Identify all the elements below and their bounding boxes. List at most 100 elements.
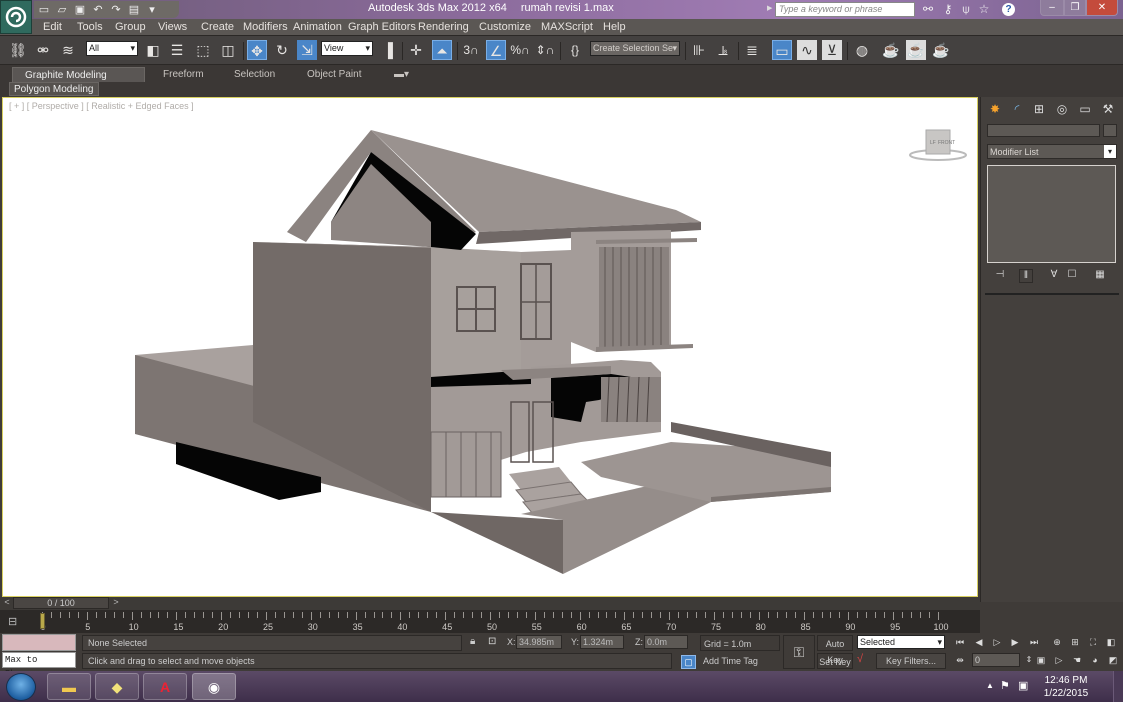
percent-snap-icon[interactable]: %∩ [510,40,530,60]
layer-manager-icon[interactable]: ≣ [742,40,762,60]
viewport-label[interactable]: [ + ] [ Perspective ] [ Realistic + Edge… [9,101,194,111]
create-tab-icon[interactable]: ✸ [985,100,1005,118]
render-production-icon[interactable]: ☕ [931,40,951,60]
set-key-button[interactable]: Set Key [817,653,853,669]
search-expand-icon[interactable]: ▶ [767,4,772,12]
time-configuration-icon[interactable]: ▣ [1034,653,1048,667]
previous-frame-icon[interactable]: ◀ [972,635,986,649]
house-model[interactable] [131,122,833,574]
new-file-icon[interactable]: ▭ [38,4,50,16]
minimize-button[interactable]: – [1040,0,1064,16]
motion-tab-icon[interactable]: ◎ [1052,100,1072,118]
play-icon[interactable]: ▷ [990,635,1004,649]
system-clock[interactable]: 12:46 PM 1/22/2015 [1036,674,1096,700]
window-crossing-icon[interactable]: ◫ [218,40,238,60]
menu-modifiers[interactable]: Modifiers [243,21,293,33]
menu-create[interactable]: Create [201,21,243,33]
bind-to-space-warp-icon[interactable]: ≋ [58,40,78,60]
angle-snap-icon[interactable]: ∠ [486,40,506,60]
current-frame-field[interactable]: 0 [972,653,1020,667]
add-time-tag[interactable]: Add Time Tag [700,653,780,669]
undo-icon[interactable]: ↶ [92,4,104,16]
zoom-all-icon[interactable]: ⊞ [1068,635,1082,649]
track-bar[interactable]: ⊟ 05101520253035404550556065707580859095… [0,610,980,633]
network-icon[interactable]: ▣ [1018,679,1028,692]
snaps-toggle-icon[interactable]: 3∩ [461,40,481,60]
x-coordinate-field[interactable]: 34.985m [516,635,562,649]
3ds-max-logo-icon[interactable] [0,0,32,34]
select-and-rotate-icon[interactable]: ↻ [272,40,292,60]
maximize-viewport-icon[interactable]: ◩ [1106,653,1120,667]
material-editor-icon[interactable]: ◍ [852,40,872,60]
maxscript-listener-output[interactable] [2,634,76,651]
go-to-start-icon[interactable]: ⏮ [953,635,967,649]
customize-dropdown-icon[interactable]: ▾ [146,4,158,16]
menu-maxscript[interactable]: MAXScript [541,21,603,33]
spinner-snap-icon[interactable]: ⇕∩ [535,40,555,60]
favorites-star-icon[interactable]: ☆ [976,2,992,17]
menu-customize[interactable]: Customize [479,21,541,33]
named-selection-sets-dropdown[interactable]: Create Selection Se [590,41,680,56]
time-cursor[interactable] [40,613,45,629]
select-object-icon[interactable]: ◧ [143,40,163,60]
z-coordinate-field[interactable]: 0.0m [644,635,688,649]
autocad-icon[interactable]: A [143,673,187,700]
select-and-move-icon[interactable]: ✥ [247,40,267,60]
perspective-viewport[interactable]: [ + ] [ Perspective ] [ Realistic + Edge… [2,97,978,672]
ribbon-options-icon[interactable]: ▬▾ [382,67,421,82]
menu-rendering[interactable]: Rendering [418,21,479,33]
modifier-stack[interactable] [987,165,1116,263]
key-tool-icon[interactable]: ⚷ [940,2,956,17]
select-by-name-icon[interactable]: ☰ [167,40,187,60]
keyboard-shortcut-override-icon[interactable]: ⏶ [432,40,452,60]
show-desktop-button[interactable] [1113,671,1123,702]
redo-icon[interactable]: ↷ [110,4,122,16]
object-name-field[interactable] [987,124,1100,137]
file-explorer-icon[interactable]: ▬ [47,673,91,700]
align-icon[interactable]: ⫡ [713,40,733,60]
schematic-view-icon[interactable]: ⊻ [822,40,842,60]
help-icon[interactable]: ? [1002,3,1015,16]
select-and-scale-icon[interactable]: ⇲ [297,40,317,60]
save-icon[interactable]: ▣ [74,4,86,16]
field-of-view-icon[interactable]: ▷ [1052,653,1066,667]
default-in-out-tangents-icon[interactable]: √ [857,653,873,669]
3ds-max-taskbar-icon[interactable]: ◉ [192,673,236,700]
time-slider[interactable]: 0 / 100 [13,597,109,609]
render-setup-icon[interactable]: ☕ [881,40,901,60]
key-mode-toggle-icon[interactable]: ⇹ [953,653,967,667]
use-pivot-center-icon[interactable]: ▐ [378,40,398,60]
pin-stack-icon[interactable]: ⊣ [993,269,1007,283]
absolute-mode-transform-icon[interactable]: ⊡ [488,636,496,647]
action-center-flag-icon[interactable]: ⚑ [1000,679,1010,692]
selection-lock-icon[interactable]: 🔒︎ [470,636,475,647]
curve-editor-icon[interactable]: ∿ [797,40,817,60]
utilities-tab-icon[interactable]: ⚒ [1098,100,1118,118]
menu-views[interactable]: Views [158,21,201,33]
zoom-extents-icon[interactable]: ⛶ [1086,635,1100,649]
y-coordinate-field[interactable]: 1.324m [580,635,624,649]
project-folder-icon[interactable]: ▤ [128,4,140,16]
selection-filter-dropdown[interactable]: All [86,41,138,56]
tab-selection[interactable]: Selection [222,67,287,82]
select-and-manipulate-icon[interactable]: ✛ [406,40,426,60]
start-button[interactable] [6,673,36,701]
tab-object-paint[interactable]: Object Paint [295,67,373,82]
infocenter-search-input[interactable]: Type a keyword or phrase [775,2,915,17]
hierarchy-tab-icon[interactable]: ⊞ [1029,100,1049,118]
menu-group[interactable]: Group [115,21,158,33]
unlink-selection-icon[interactable]: ⚮ [33,40,53,60]
make-unique-icon[interactable]: ∀ [1047,269,1061,283]
menu-graph-editors[interactable]: Graph Editors [348,21,418,33]
key-filters-button[interactable]: Key Filters... [876,653,946,669]
sticky-notes-icon[interactable]: ◆ [95,673,139,700]
maxscript-listener-input[interactable]: Max to Physc: [2,652,76,679]
open-mini-curve-editor-icon[interactable]: ⊟ [8,615,17,628]
set-keys-key-icon[interactable]: ⚿ [783,635,815,669]
menu-help[interactable]: Help [603,21,626,33]
graphite-toggle-icon[interactable]: ▭ [772,40,792,60]
orbit-icon[interactable]: ◕ [1088,653,1102,667]
viewcube[interactable]: LF FRONT [908,126,968,162]
object-color-swatch[interactable] [1103,124,1117,137]
rectangular-selection-icon[interactable]: ⬚ [193,40,213,60]
